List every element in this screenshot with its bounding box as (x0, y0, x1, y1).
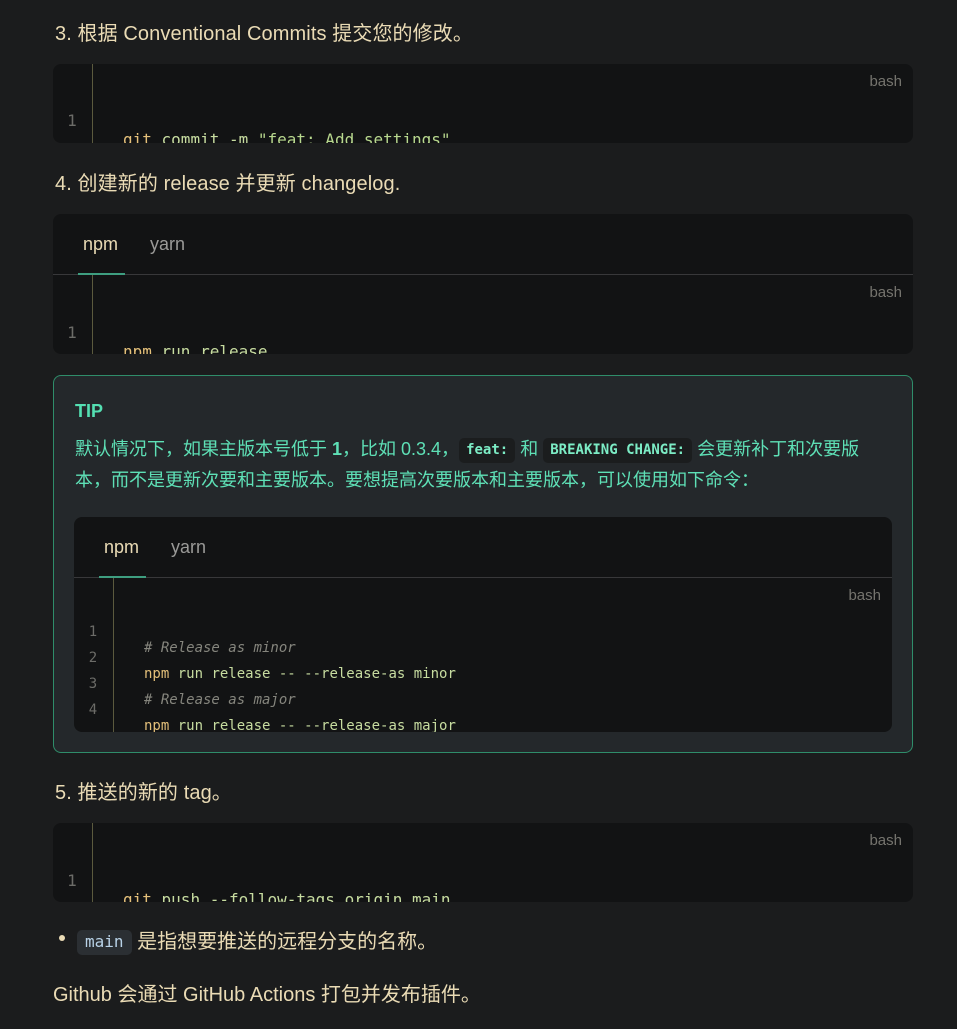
language-label: bash (848, 587, 881, 604)
language-label: bash (869, 832, 902, 849)
code-line[interactable]: 4 npm run release -- --release-as major (74, 686, 892, 732)
code-line[interactable]: 1 npm run release (53, 304, 913, 354)
line-number: 1 (67, 871, 77, 890)
code-group-release-as: npm yarn bash 1 # Release as minor 2 npm… (74, 517, 892, 732)
tip-callout: TIP 默认情况下，如果主版本号低于 1，比如 0.3.4， feat: 和 BR… (53, 375, 913, 753)
code-block-commit: bash 1 git commit -m "feat: Add settings… (53, 64, 913, 143)
language-label: bash (869, 284, 902, 301)
code-block-push: bash 1 git push --follow-tags origin mai… (53, 823, 913, 902)
code-line[interactable]: 1 git push --follow-tags origin main (53, 852, 913, 902)
step-5-heading: 5. 推送的新的 tag。 (55, 782, 232, 804)
inline-code-breaking-change: BREAKING CHANGE: (543, 438, 693, 463)
line-number: 4 (88, 702, 98, 718)
package-manager-tabs: npm yarn (53, 214, 913, 275)
tab-npm[interactable]: npm (104, 537, 139, 558)
language-label: bash (869, 73, 902, 90)
tip-text: 默认情况下，如果主版本号低于 1，比如 0.3.4， feat: 和 BREAKI… (75, 438, 860, 490)
tab-yarn[interactable]: yarn (150, 234, 185, 255)
tab-npm[interactable]: npm (83, 234, 118, 255)
line-number: 1 (67, 323, 77, 342)
publish-paragraph: Github 会通过 GitHub Actions 打包并发布插件。 (53, 984, 481, 1006)
code-line[interactable]: 1 git commit -m "feat: Add settings" (53, 92, 913, 143)
step-4-heading: 4. 创建新的 release 并更新 changelog. (55, 173, 401, 195)
inline-code-main: main (77, 930, 132, 955)
tip-title: TIP (75, 401, 104, 421)
package-manager-tabs: npm yarn (74, 517, 892, 578)
code-group-release: npm yarn bash 1 npm run release (53, 214, 913, 354)
bullet-dot-icon (59, 935, 65, 941)
line-number: 1 (67, 111, 77, 130)
step-3-heading: 3. 根据 Conventional Commits 提交您的修改。 (55, 23, 473, 45)
inline-code-feat: feat: (459, 438, 516, 463)
tab-yarn[interactable]: yarn (171, 537, 206, 558)
